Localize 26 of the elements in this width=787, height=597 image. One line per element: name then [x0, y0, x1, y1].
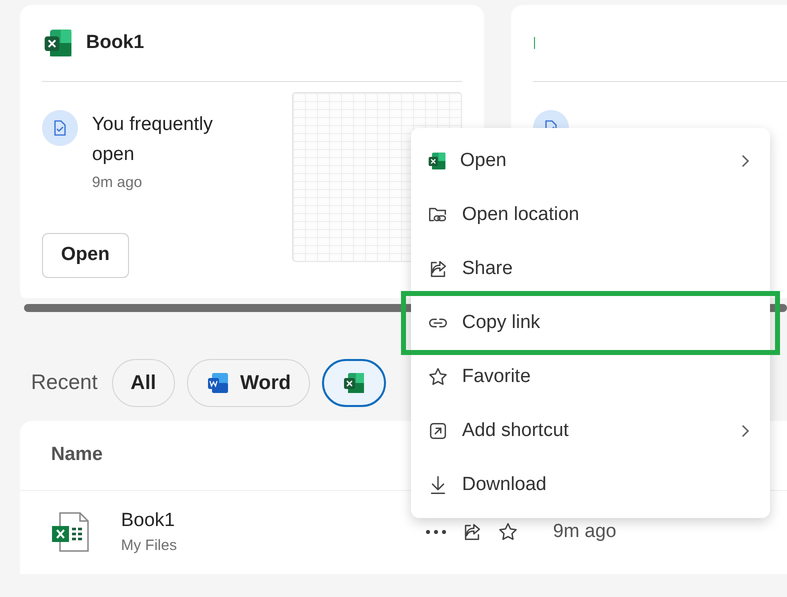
section-label: Recent	[31, 370, 98, 396]
activity-icon	[42, 110, 78, 146]
menu-item[interactable]: Share	[411, 242, 770, 296]
menu-item[interactable]: Download	[411, 458, 770, 512]
modified-time: 9m ago	[553, 520, 616, 544]
menu-item[interactable]: Copy link	[406, 296, 775, 350]
document-app-icon	[206, 371, 230, 395]
more-options-icon[interactable]	[425, 529, 447, 535]
menu-item[interactable]: Add shortcut	[411, 404, 770, 458]
menu-item[interactable]: Open	[411, 134, 770, 188]
filter-chip[interactable]: All	[112, 359, 176, 407]
filter-chip[interactable]	[322, 359, 386, 407]
column-header[interactable]: Name	[51, 441, 103, 470]
spreadsheet-app-icon	[342, 371, 366, 395]
file-location: My Files	[121, 536, 178, 556]
card-title: Book1	[86, 30, 144, 55]
star-icon	[427, 366, 449, 388]
file-name[interactable]: Book1	[121, 506, 391, 535]
activity-reason: You frequently open	[92, 113, 214, 167]
open-button[interactable]: Open	[42, 232, 129, 278]
activity-time: 9m ago	[92, 173, 144, 193]
star-icon	[497, 521, 519, 543]
menu-item[interactable]: Open location	[411, 188, 770, 242]
menu-item[interactable]: Favorite	[411, 350, 770, 404]
spreadsheet-app-icon	[427, 151, 447, 171]
filter-chip[interactable]: Word	[187, 359, 310, 407]
